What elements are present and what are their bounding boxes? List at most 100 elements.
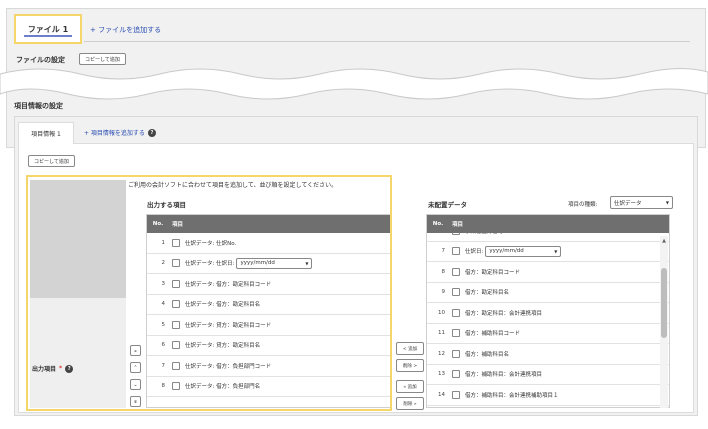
tab-item-1[interactable]: 項目情報 1 (18, 122, 74, 144)
row-number: 9 (441, 289, 446, 296)
row-number: 10 (438, 309, 445, 316)
output_table-row[interactable]: 2 仕訳データ: 仕訳日: yyyy/mm/dd ▼ (147, 254, 391, 274)
row-checkbox[interactable] (452, 247, 460, 256)
row-checkbox[interactable] (172, 300, 180, 309)
unassigned-rows: 6 事業者登録番号 7 仕訳日: yyyy/mm/dd ▼ 8 借方：勘定科目コード 9 借方：勘… (427, 233, 669, 406)
output_table-row[interactable]: 4 仕訳データ: 借方：勘定科目名 (147, 295, 391, 315)
unassigned_table-row[interactable]: 11 借方：補助科目コード (427, 324, 669, 344)
row-label: 借方：補助科目：会計連携項目 (465, 372, 543, 379)
remove-all-button[interactable]: 削除 » (396, 397, 424, 410)
row-label: 仕訳日: (465, 249, 484, 256)
unassigned_table-row[interactable]: 6 事業者登録番号 (427, 233, 669, 242)
move-top-button[interactable]: ⌅ (130, 345, 141, 356)
required-mark: * (59, 365, 63, 372)
row-checkbox[interactable] (452, 349, 460, 358)
remove-button[interactable]: 削除 > (396, 359, 424, 372)
chevron-down-icon: ▼ (305, 260, 309, 266)
row-number: 4 (161, 301, 166, 308)
output_table-row[interactable]: 5 仕訳データ: 貸方：勘定科目コード (147, 315, 391, 336)
col-item: 項目 (172, 222, 184, 228)
row-checkbox[interactable] (452, 329, 460, 338)
row-label: 借方：勘定科目：会計連携項目 (465, 310, 543, 317)
unassigned_table-row[interactable]: 13 借方：補助科目：会計連携項目 (427, 365, 669, 385)
tab-divider (84, 41, 690, 42)
row-checkbox[interactable] (452, 390, 460, 399)
scroll-up-icon[interactable]: ▲ (660, 238, 668, 246)
row-checkbox[interactable] (172, 341, 180, 350)
move-up-button[interactable]: ⌃ (130, 362, 141, 373)
row-checkbox[interactable] (172, 259, 180, 268)
row-checkbox[interactable] (452, 233, 460, 235)
row-checkbox[interactable] (452, 267, 460, 276)
add-all-button[interactable]: « 追加 (396, 380, 424, 393)
output-table-header: No. 項目 (147, 215, 391, 233)
add-item-link[interactable]: + 項目情報を追加する ? (84, 128, 156, 137)
unassigned_table-row[interactable]: 10 借方：勘定科目：会計連携項目 (427, 303, 669, 324)
row-label: 借方：補助科目：会計連携補助項目１ (465, 392, 559, 399)
chevron-down-icon: ▼ (554, 248, 558, 254)
row-label: 借方：勘定科目コード (465, 269, 521, 276)
output_table-row[interactable]: 1 仕訳データ: 仕訳No. (147, 233, 391, 254)
field-label-column-lower (30, 298, 126, 408)
unassigned_table-row[interactable]: 12 借方：補助科目名 (427, 344, 669, 365)
unassigned_table-row[interactable]: 14 借方：補助科目：会計連携補助項目１ (427, 385, 669, 406)
unassigned-scrollbar[interactable]: ▲ (660, 236, 668, 408)
unassigned-table-header: No. 項目 (427, 215, 669, 233)
kind-label: 項目の種類: (568, 202, 598, 208)
unassigned_table-row[interactable]: 7 仕訳日: yyyy/mm/dd ▼ (427, 242, 669, 262)
row-number: 7 (441, 248, 446, 255)
row-number: 14 (438, 391, 445, 398)
row-label: 仕訳データ: 仕訳日: (185, 261, 235, 268)
kind-select-value: 仕訳データ (614, 200, 642, 207)
kind-select[interactable]: 仕訳データ ▼ (610, 196, 673, 209)
move-down-button[interactable]: ⌄ (130, 379, 141, 390)
help-icon[interactable]: ? (65, 364, 74, 373)
row-checkbox[interactable] (172, 279, 180, 288)
tab-file-1[interactable]: ファイル 1 (14, 14, 82, 44)
output_table-row[interactable]: 8 仕訳データ: 借方：負担部門名 (147, 377, 391, 397)
row-label: 仕訳データ: 貸方：勘定科目コード (185, 322, 272, 329)
row-checkbox[interactable] (172, 361, 180, 370)
item-copy-button[interactable]: コピーして追加 (28, 155, 75, 167)
row-label: 借方：補助科目コード (465, 331, 521, 338)
row-number: 2 (161, 260, 166, 267)
row-checkbox[interactable] (172, 320, 180, 329)
torn-divider (0, 67, 708, 100)
date-format-select[interactable]: yyyy/mm/dd ▼ (236, 257, 313, 269)
unassigned_table-row[interactable]: 9 借方：勘定科目名 (427, 283, 669, 303)
add-file-link[interactable]: + ファイルを追加する (90, 25, 161, 35)
row-checkbox[interactable] (172, 382, 180, 391)
row-label: 仕訳データ: 借方：負担部門名 (185, 384, 261, 391)
scroll-thumb[interactable] (661, 268, 667, 338)
row-checkbox[interactable] (452, 288, 460, 297)
row-checkbox[interactable] (172, 238, 180, 247)
output_table-row[interactable]: 3 仕訳データ: 借方：勘定科目コード (147, 274, 391, 295)
tab-active-underline (24, 35, 72, 37)
date-format-select[interactable]: yyyy/mm/dd ▼ (485, 245, 562, 257)
add-item-label: + 項目情報を追加する (84, 130, 145, 137)
output_table-row[interactable]: 7 仕訳データ: 借方：負担部門コード (147, 356, 391, 377)
row-label: 事業者登録番号 (465, 233, 504, 235)
help-icon[interactable]: ? (147, 128, 156, 137)
col-no: No. (152, 221, 164, 227)
row-number: 7 (161, 362, 166, 369)
output-table: No. 項目 1 仕訳データ: 仕訳No. 2 仕訳データ: 仕訳日: yyyy/mm/… (146, 214, 392, 408)
row-label: 仕訳データ: 仕訳No. (185, 240, 237, 247)
unassigned_table-row[interactable]: 8 借方：勘定科目コード (427, 262, 669, 283)
move-bottom-button[interactable]: ⌆ (130, 396, 141, 407)
row-checkbox[interactable] (452, 308, 460, 317)
row-number: 6 (427, 233, 449, 234)
row-number: 1 (161, 239, 166, 246)
row-number: 8 (161, 383, 166, 390)
row-label: 仕訳データ: 借方：勘定科目名 (185, 302, 261, 309)
add-button[interactable]: < 追加 (396, 342, 424, 355)
col-item: 項目 (452, 222, 464, 228)
row-checkbox[interactable] (452, 370, 460, 379)
output_table-row[interactable]: 6 仕訳データ: 貸方：勘定科目名 (147, 336, 391, 356)
date-format-value: yyyy/mm/dd (489, 248, 524, 255)
unassigned-title: 未配置データ (428, 201, 467, 209)
row-label: 借方：勘定科目名 (465, 290, 510, 297)
row-number: 13 (438, 371, 445, 378)
unassigned-viewport: 6 事業者登録番号 7 仕訳日: yyyy/mm/dd ▼ 8 借方：勘定科目コード 9 借方：勘… (427, 233, 669, 407)
unassigned-table: No. 項目 6 事業者登録番号 7 仕訳日: yyyy/mm/dd ▼ 8 借方：勘定科目コ… (426, 214, 670, 408)
